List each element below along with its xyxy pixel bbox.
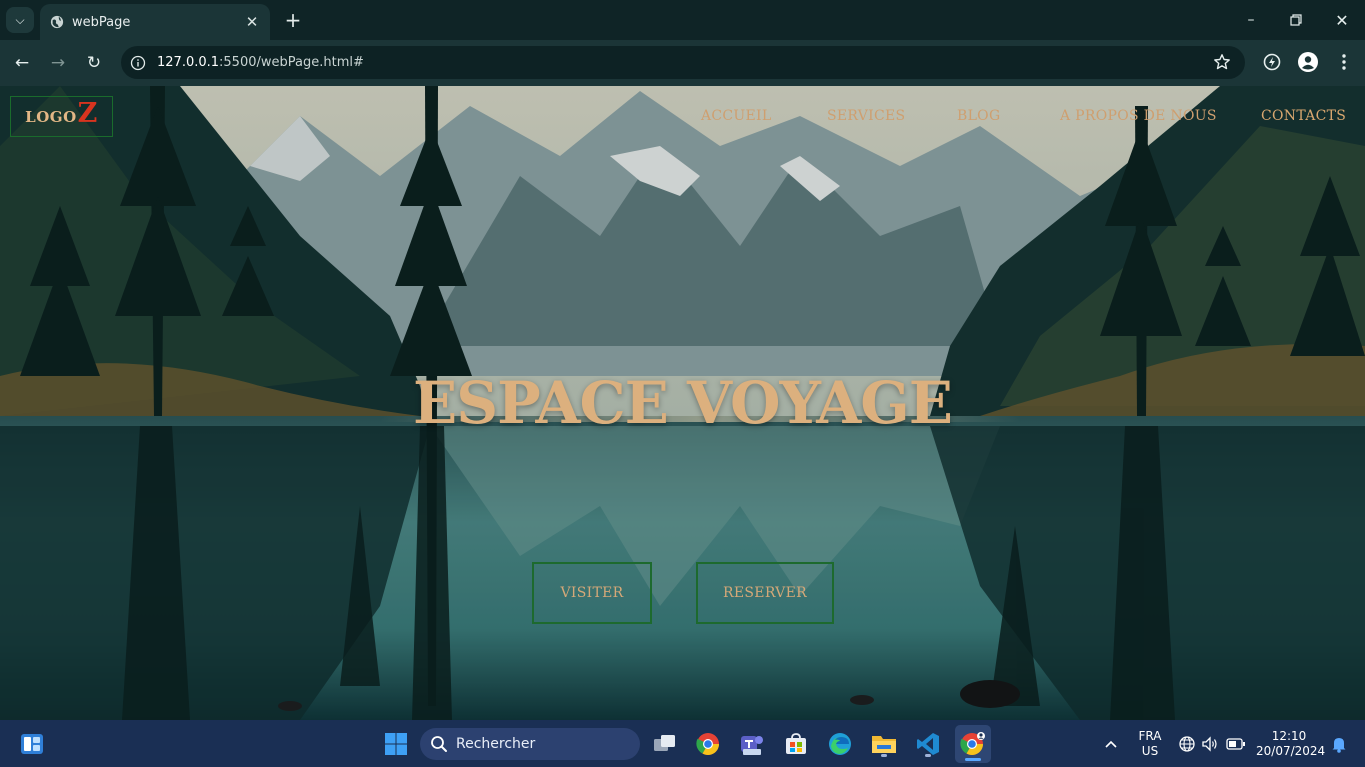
chrome-taskbar-button[interactable] xyxy=(693,729,723,759)
running-indicator xyxy=(925,754,931,757)
edge-icon xyxy=(829,733,851,755)
address-bar[interactable]: 127.0.0.1:5500/webPage.html# xyxy=(121,46,1245,79)
nav-link-contacts[interactable]: CONTACTS xyxy=(1261,108,1346,124)
chevron-up-icon xyxy=(1105,740,1117,748)
language-indicator[interactable]: FRA US xyxy=(1133,729,1167,759)
folder-icon xyxy=(872,736,896,753)
chrome-profile-taskbar-button[interactable] xyxy=(955,725,991,763)
kebab-menu-icon xyxy=(1342,54,1346,70)
bookmark-star-icon[interactable] xyxy=(1213,53,1231,71)
minimize-icon: – xyxy=(1247,12,1255,28)
chrome-profile-icon xyxy=(960,732,985,755)
widgets-icon xyxy=(21,734,43,754)
nav-link-blog[interactable]: BLOG xyxy=(957,108,1000,124)
teams-icon xyxy=(741,736,763,755)
nav-link-accueil[interactable]: ACCUEIL xyxy=(701,108,771,124)
performance-icon xyxy=(1263,53,1281,71)
url-path: :5500/webPage.html# xyxy=(219,55,364,70)
vscode-taskbar-button[interactable] xyxy=(913,729,943,759)
tab-title: webPage xyxy=(72,14,131,30)
globe-network-icon xyxy=(1179,736,1195,752)
chrome-icon xyxy=(696,733,719,755)
search-icon xyxy=(431,736,447,752)
info-icon[interactable] xyxy=(130,55,146,71)
new-tab-button[interactable]: + xyxy=(282,8,304,32)
windows-logo-icon xyxy=(385,733,407,755)
extension-button[interactable] xyxy=(1260,50,1284,74)
close-icon: ✕ xyxy=(1335,10,1349,30)
url-text[interactable]: 127.0.0.1:5500/webPage.html# xyxy=(157,55,364,70)
clock-time: 12:10 xyxy=(1271,729,1307,743)
restore-icon xyxy=(1290,14,1302,26)
notifications-button[interactable] xyxy=(1326,729,1352,759)
profile-button[interactable] xyxy=(1296,50,1320,74)
running-indicator xyxy=(881,754,887,757)
close-icon: ✕ xyxy=(245,13,259,31)
forward-button[interactable]: → xyxy=(44,49,72,77)
tab-close-button[interactable]: ✕ xyxy=(242,12,262,32)
store-taskbar-button[interactable] xyxy=(781,729,811,759)
reload-icon: ↻ xyxy=(86,53,102,73)
tab-strip: ⌵ webPage ✕ + – ✕ xyxy=(0,0,1365,40)
visit-button[interactable]: VISITER xyxy=(532,562,652,624)
page-viewport: LOGO Z ACCUEIL SERVICES BLOG A PROPOS DE … xyxy=(0,86,1365,720)
minimize-button[interactable]: – xyxy=(1229,6,1273,34)
clock-date: 20/07/2024 xyxy=(1256,744,1326,758)
edge-taskbar-button[interactable] xyxy=(825,729,855,759)
clock[interactable]: 12:10 20/07/2024 xyxy=(1256,729,1326,759)
chevron-down-icon: ⌵ xyxy=(15,12,25,27)
language-primary: FRA xyxy=(1138,729,1162,743)
nav-link-services[interactable]: SERVICES xyxy=(827,108,905,124)
close-window-button[interactable]: ✕ xyxy=(1320,6,1364,34)
show-hidden-icons-button[interactable] xyxy=(1097,729,1125,759)
browser-menu-button[interactable] xyxy=(1332,50,1356,74)
url-host: 127.0.0.1 xyxy=(157,55,220,70)
network-button[interactable] xyxy=(1175,729,1199,759)
store-icon xyxy=(786,733,806,754)
profile-icon xyxy=(1298,52,1318,72)
browser-toolbar: ← → ↻ 127.0.0.1:5500/webPage.html# xyxy=(0,40,1365,86)
vscode-icon xyxy=(917,733,939,755)
book-button[interactable]: RESERVER xyxy=(696,562,834,624)
file-explorer-taskbar-button[interactable] xyxy=(869,729,899,759)
language-secondary: US xyxy=(1141,744,1159,758)
battery-icon xyxy=(1226,738,1245,750)
browser-tab[interactable]: webPage ✕ xyxy=(40,4,270,40)
task-view-icon xyxy=(654,735,675,751)
teams-taskbar-button[interactable] xyxy=(737,729,767,759)
search-placeholder: Rechercher xyxy=(456,736,536,752)
restore-button[interactable] xyxy=(1274,6,1318,34)
back-button[interactable]: ← xyxy=(8,49,36,77)
plus-icon: + xyxy=(284,8,302,32)
battery-button[interactable] xyxy=(1223,729,1249,759)
start-button[interactable] xyxy=(381,729,411,759)
speaker-icon xyxy=(1202,736,1217,752)
taskbar: Rechercher FRA US 12:10 20/07/2024 xyxy=(0,720,1365,767)
hero-title: ESPACE VOYAGE xyxy=(413,369,953,437)
tab-search-button[interactable]: ⌵ xyxy=(6,7,34,33)
active-indicator xyxy=(965,758,981,761)
nav-link-a-propos[interactable]: A PROPOS DE NOUS xyxy=(1060,108,1217,124)
arrow-right-icon: → xyxy=(50,53,66,73)
task-view-button[interactable] xyxy=(650,729,680,759)
site-navigation: ACCUEIL SERVICES BLOG A PROPOS DE NOUS C… xyxy=(0,108,1365,128)
widgets-button[interactable] xyxy=(17,729,47,759)
reload-button[interactable]: ↻ xyxy=(80,49,108,77)
arrow-left-icon: ← xyxy=(14,53,30,73)
volume-button[interactable] xyxy=(1198,729,1222,759)
globe-icon xyxy=(50,15,64,29)
taskbar-search-box[interactable]: Rechercher xyxy=(420,728,640,760)
bell-icon xyxy=(1332,738,1346,753)
